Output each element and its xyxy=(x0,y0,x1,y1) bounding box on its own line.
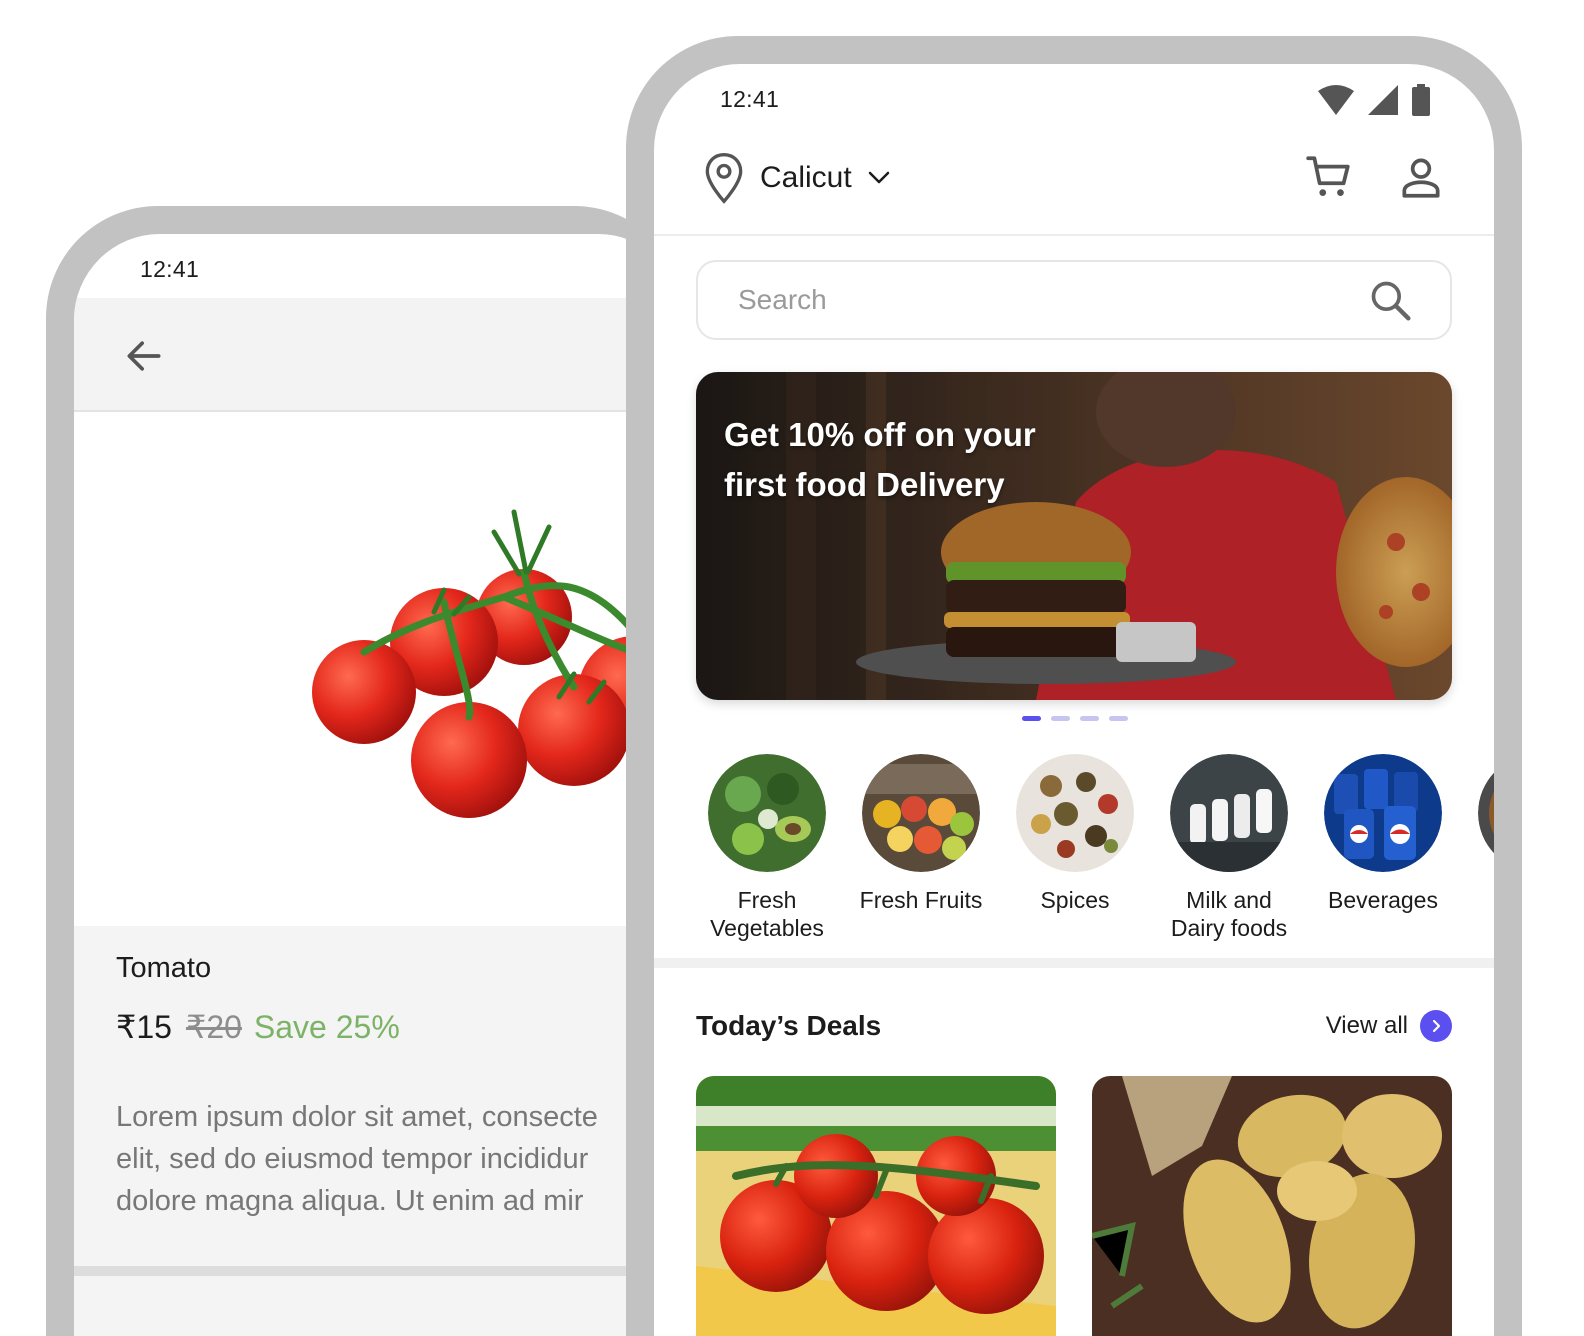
description-line: dolore magna aliqua. Ut enim ad mir xyxy=(116,1185,584,1217)
product-image xyxy=(74,412,684,926)
price-row: ₹15 ₹20 Save 25% xyxy=(116,1008,400,1046)
vegetables-image xyxy=(708,754,826,872)
header-divider xyxy=(654,234,1494,236)
banner-headline: Get 10% off on your first food Delivery xyxy=(724,410,1036,510)
status-time: 12:41 xyxy=(720,86,780,112)
partial-category-image xyxy=(1478,772,1494,854)
view-all-label: View all xyxy=(1325,1012,1408,1039)
category-label: Milk and xyxy=(1186,887,1272,913)
category-fresh-fruits[interactable]: Fresh Fruits xyxy=(844,752,998,914)
section-title: Today’s Deals xyxy=(696,1010,882,1041)
status-time: 12:41 xyxy=(140,256,200,282)
view-all-button[interactable]: View all xyxy=(1326,1010,1452,1042)
location-name: Calicut xyxy=(760,161,852,194)
category-spices[interactable]: Spices xyxy=(998,752,1152,914)
dairy-image xyxy=(1170,754,1288,872)
section-divider xyxy=(74,1266,684,1276)
tomato-deal-image xyxy=(696,1076,1056,1336)
potato-deal-image xyxy=(1092,1076,1452,1336)
search-icon[interactable] xyxy=(1368,278,1412,322)
current-price: ₹15 xyxy=(116,1009,172,1045)
carousel-dot[interactable] xyxy=(1022,716,1041,721)
section-divider xyxy=(654,958,1494,968)
cellular-signal-icon xyxy=(1368,85,1398,115)
home-screen: 12:41 Calicut Search Get 10% off on your… xyxy=(654,64,1494,1336)
search-bar xyxy=(696,260,1452,340)
spices-image xyxy=(1016,754,1134,872)
user-profile-icon[interactable] xyxy=(1396,152,1446,202)
lower-section xyxy=(74,1276,684,1336)
product-detail-screen: 12:41 Tomato ₹15 ₹20 Save 25% Lorem ipsu… xyxy=(74,234,684,1336)
carousel-dot[interactable] xyxy=(1051,716,1070,721)
search-input[interactable] xyxy=(738,262,1338,338)
carousel-dot[interactable] xyxy=(1109,716,1128,721)
chevron-right-icon xyxy=(1420,1010,1452,1042)
product-description: Lorem ipsum dolor sit amet, consecte eli… xyxy=(116,1096,684,1222)
category-label: Fresh Fruits xyxy=(859,887,983,913)
carousel-dot[interactable] xyxy=(1080,716,1099,721)
category-label: Fresh xyxy=(737,887,797,913)
status-icons xyxy=(1318,84,1430,116)
deal-card[interactable] xyxy=(696,1076,1056,1336)
description-line: elit, sed do eiusmod tempor incididur xyxy=(116,1143,589,1175)
category-partial[interactable]: Dr xyxy=(1460,752,1494,914)
beverages-image xyxy=(1324,754,1442,872)
category-fresh-vegetables[interactable]: Fresh Vegetables xyxy=(690,752,844,942)
category-label: Dr xyxy=(1460,886,1494,914)
category-beverages[interactable]: Beverages xyxy=(1306,752,1460,914)
banner-line: Get 10% off on your xyxy=(724,416,1036,453)
category-label: Dairy foods xyxy=(1170,915,1288,941)
carousel-indicator xyxy=(1022,716,1128,721)
header-actions xyxy=(1304,152,1446,202)
category-label: Vegetables xyxy=(710,915,824,941)
promo-banner[interactable]: Get 10% off on your first food Delivery xyxy=(696,372,1452,700)
battery-icon xyxy=(1412,84,1430,116)
savings-label: Save 25% xyxy=(253,1009,400,1045)
chevron-down-icon xyxy=(868,171,889,184)
product-details-panel: Tomato ₹15 ₹20 Save 25% Lorem ipsum dolor … xyxy=(74,926,684,1266)
top-app-bar xyxy=(74,298,684,412)
location-selector[interactable]: Calicut xyxy=(704,152,890,204)
fruits-image xyxy=(862,754,980,872)
description-line: Lorem ipsum dolor sit amet, consecte xyxy=(116,1101,598,1133)
location-pin-icon xyxy=(705,152,743,204)
banner-line: first food Delivery xyxy=(724,466,1005,503)
category-milk-dairy[interactable]: Milk and Dairy foods xyxy=(1152,752,1306,942)
category-list: Fresh Vegetables Fresh Fruits Spices Mil… xyxy=(690,752,1494,952)
category-label: Beverages xyxy=(1328,887,1438,913)
back-arrow-icon[interactable] xyxy=(122,334,166,378)
original-price: ₹20 xyxy=(185,1009,242,1045)
deal-card[interactable] xyxy=(1092,1076,1452,1336)
wifi-icon xyxy=(1318,85,1354,115)
cart-icon[interactable] xyxy=(1304,152,1354,202)
category-label: Spices xyxy=(1040,887,1110,913)
product-name: Tomato xyxy=(116,952,212,984)
